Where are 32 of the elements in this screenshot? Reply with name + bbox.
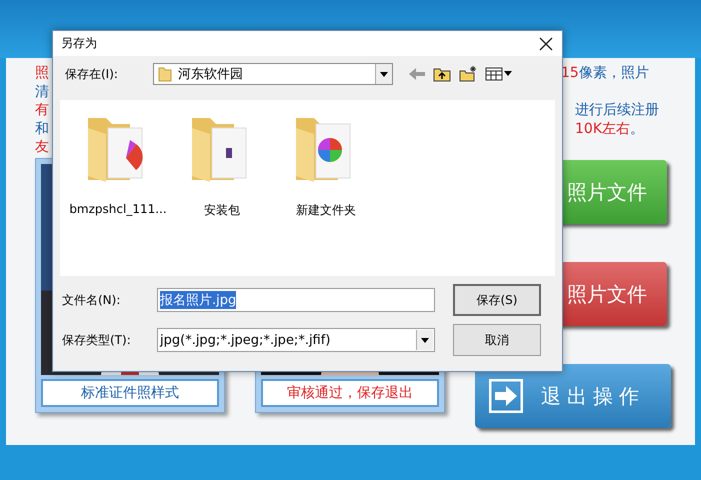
view-menu-icon[interactable] <box>485 67 513 81</box>
photo-caption: 标准证件照样式 <box>41 379 219 407</box>
dropdown-arrow-icon <box>421 338 429 342</box>
file-name[interactable]: bmzpshcl_111... <box>69 202 167 216</box>
filename-field[interactable]: 报名照片.jpg <box>157 288 435 312</box>
photo-caption: 审核通过，保存退出 <box>261 379 439 407</box>
cancel-button[interactable]: 取消 <box>453 324 541 356</box>
note-text: 照 <box>35 64 49 82</box>
note-text: 。 <box>630 120 644 138</box>
dropdown-arrow-icon <box>380 72 388 76</box>
note-text: 和 <box>35 120 49 138</box>
note-text: 清 <box>35 82 49 101</box>
dialog-title: 另存为 <box>61 35 97 52</box>
note-text: 像素，照片 <box>578 64 649 82</box>
note-text: 15 <box>561 64 579 82</box>
location-dropdown[interactable]: 河东软件园 <box>153 63 393 85</box>
type-dropdown[interactable]: jpg(*.jpg;*.jpeg;*.jpe;*.jfif) <box>157 328 435 352</box>
up-folder-icon[interactable] <box>433 66 451 82</box>
save-button[interactable]: 保存(S) <box>453 284 541 316</box>
note-text: 10K左右 <box>575 120 630 138</box>
note-text: 有 <box>35 101 49 120</box>
note-text: 友 <box>35 138 49 156</box>
close-button[interactable] <box>538 36 554 52</box>
new-folder-icon[interactable] <box>459 66 477 82</box>
note-text: 进行后续注册 <box>575 101 659 120</box>
file-name[interactable]: 新建文件夹 <box>296 202 356 219</box>
type-label: 保存类型(T): <box>62 332 132 348</box>
file-name[interactable]: 安装包 <box>204 202 240 219</box>
location-label: 保存在(I): <box>65 66 119 82</box>
exit-arrow-icon <box>489 379 523 413</box>
folder-icon <box>158 66 172 82</box>
filename-label: 文件名(N): <box>62 292 122 308</box>
